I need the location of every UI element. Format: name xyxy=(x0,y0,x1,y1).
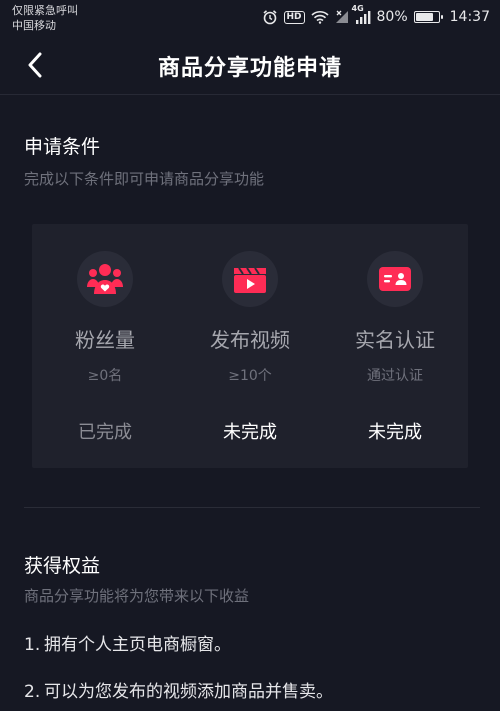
no-sim-signal-icon xyxy=(335,10,349,24)
signal-4g-icon: 4G xyxy=(352,4,371,24)
benefit-text: 拥有个人主页电商橱窗。 xyxy=(44,635,231,655)
wifi-icon xyxy=(310,10,329,24)
nav-bar: 商品分享功能申请 xyxy=(0,36,500,95)
video-icon xyxy=(222,251,278,307)
condition-label: 实名认证 xyxy=(355,328,435,352)
status-icons: HD 4G 80% 14:37 xyxy=(262,4,490,27)
page-title: 商品分享功能申请 xyxy=(157,56,342,81)
battery-percent: 80% xyxy=(376,9,408,25)
benefits-subtitle: 商品分享功能将为您带来以下收益 xyxy=(24,587,250,605)
conditions-card: 粉丝量 ≥0名 已完成 发布视频 ≥10个 未完成 实名认证 通过认证 未完成 xyxy=(32,224,468,468)
condition-fans: 粉丝量 ≥0名 已完成 xyxy=(40,224,170,468)
condition-requirement: 通过认证 xyxy=(367,368,423,384)
conditions-title: 申请条件 xyxy=(24,136,101,158)
id-card-icon xyxy=(367,251,423,307)
benefit-number: 2. xyxy=(24,682,41,702)
alarm-icon xyxy=(262,9,278,25)
conditions-subtitle: 完成以下条件即可申请商品分享功能 xyxy=(24,170,265,188)
condition-videos: 发布视频 ≥10个 未完成 xyxy=(185,224,315,468)
condition-requirement: ≥10个 xyxy=(228,368,272,384)
condition-label: 发布视频 xyxy=(210,328,290,352)
condition-status: 未完成 xyxy=(223,422,277,443)
battery-icon xyxy=(413,11,443,23)
carrier-name: 中国移动 xyxy=(12,19,56,32)
section-divider xyxy=(24,507,480,508)
condition-status: 已完成 xyxy=(78,422,132,443)
carrier-emergency-text: 仅限紧急呼叫 xyxy=(12,4,78,17)
network-type: 4G xyxy=(351,4,364,13)
condition-requirement: ≥0名 xyxy=(87,368,123,384)
hd-icon: HD xyxy=(283,10,305,24)
benefit-text: 可以为您发布的视频添加商品并售卖。 xyxy=(44,682,333,702)
condition-label: 粉丝量 xyxy=(75,328,135,352)
battery-level-fill xyxy=(415,13,433,21)
benefit-item: 2. 可以为您发布的视频添加商品并售卖。 xyxy=(24,677,333,702)
benefit-item: 1. 拥有个人主页电商橱窗。 xyxy=(24,630,231,655)
benefit-number: 1. xyxy=(24,635,41,655)
status-bar: 仅限紧急呼叫 中国移动 HD 4G 80% 14:37 xyxy=(0,0,500,36)
condition-status: 未完成 xyxy=(368,422,422,443)
clock: 14:37 xyxy=(449,9,490,25)
condition-realname: 实名认证 通过认证 未完成 xyxy=(330,224,460,468)
fans-icon xyxy=(77,251,133,307)
benefits-title: 获得权益 xyxy=(24,555,101,577)
